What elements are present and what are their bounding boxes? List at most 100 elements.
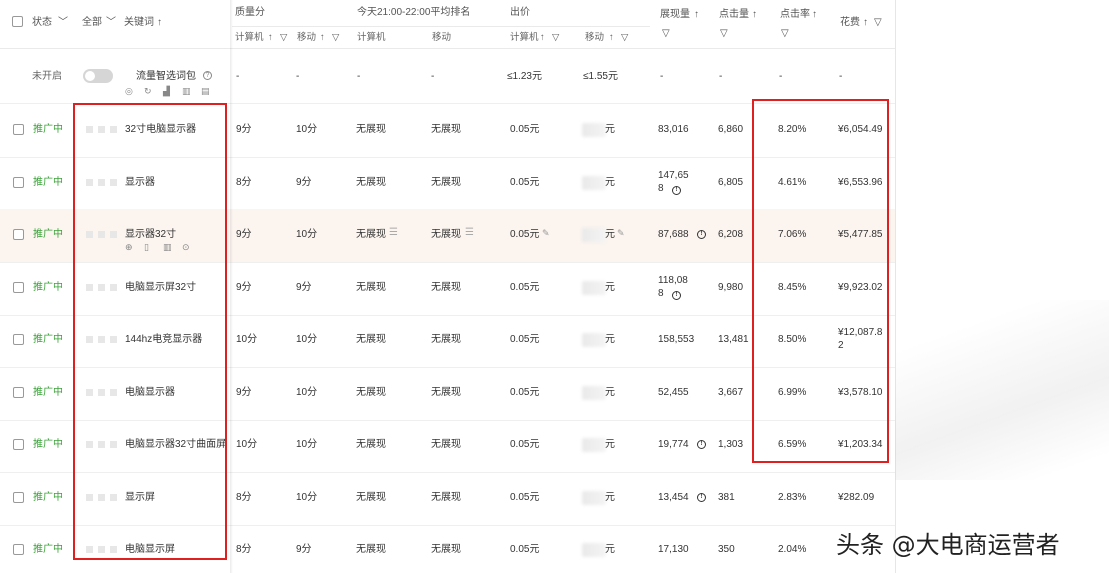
- row-status[interactable]: 推广中: [33, 281, 63, 295]
- info-icon[interactable]: !: [697, 230, 706, 239]
- package-toggle[interactable]: [83, 69, 113, 83]
- row-status[interactable]: 推广中: [33, 543, 63, 557]
- row-bid-mobile[interactable]: 元: [605, 386, 615, 400]
- table-header-sub: 计算机 ↑ ▽ 移动 ↑ ▽ 计算机 移动 计算机 ↑ ▽ 移动 ↑ ▽: [0, 26, 895, 49]
- row-rank-mobile: 无展现: [431, 124, 461, 135]
- sort-icon[interactable]: ↑: [694, 8, 699, 22]
- row-quality-pc: 9分: [236, 124, 252, 135]
- row-checkbox[interactable]: [13, 387, 24, 398]
- row-bid-pc[interactable]: 0.05元: [510, 281, 539, 295]
- row-bid-pc[interactable]: 0.05元: [510, 438, 539, 452]
- filter-icon[interactable]: ▽: [552, 31, 559, 45]
- table-header-group: 状态 ﹀ 全部 ﹀ 关键词 ↑ 质量分 今天21:00-22:00平均排名 出价…: [0, 0, 895, 39]
- row-bid-mobile[interactable]: 元: [605, 333, 615, 347]
- row-checkbox[interactable]: [13, 229, 24, 240]
- row-clicks: 6,208: [718, 229, 744, 240]
- help-icon[interactable]: ?: [203, 71, 212, 80]
- row-status[interactable]: 推广中: [33, 228, 63, 242]
- package-status: 未开启: [32, 71, 62, 82]
- row-status[interactable]: 推广中: [33, 491, 63, 505]
- row-status[interactable]: 推广中: [33, 333, 63, 347]
- row-bid-pc[interactable]: 0.05元: [510, 228, 539, 242]
- header-impressions[interactable]: 展现量: [660, 8, 690, 22]
- row-checkbox[interactable]: [13, 439, 24, 450]
- row-bid-pc[interactable]: 0.05元: [510, 333, 539, 347]
- row-bid-mobile[interactable]: 元: [605, 543, 615, 557]
- chart-icon[interactable]: ▟: [163, 86, 170, 96]
- row-rank-pc: 无展现: [356, 177, 386, 188]
- package-bid-pc[interactable]: ≤1.23元: [507, 70, 542, 84]
- row-bid-pc[interactable]: 0.05元: [510, 176, 539, 190]
- row-bid-mobile[interactable]: 元: [605, 281, 615, 295]
- masked-text: [582, 123, 606, 137]
- row-bid-mobile[interactable]: 元: [605, 438, 615, 452]
- row-clicks: 6,805: [718, 177, 744, 188]
- masked-text: [582, 491, 606, 505]
- target-icon[interactable]: ◎: [125, 86, 133, 96]
- row-ctr: 2.83%: [778, 492, 807, 503]
- package-quality-mobile: -: [296, 71, 300, 82]
- row-bid-mobile[interactable]: 元: [605, 176, 615, 190]
- row-bid-pc[interactable]: 0.05元: [510, 386, 539, 400]
- header-clicks[interactable]: 点击量: [719, 8, 749, 22]
- sort-icon[interactable]: ↑: [812, 8, 817, 22]
- filter-icon[interactable]: ▽: [332, 31, 339, 45]
- header-bid: 出价: [510, 7, 530, 18]
- row-checkbox[interactable]: [13, 177, 24, 188]
- sort-icon[interactable]: ↑: [268, 31, 273, 45]
- row-clicks: 1,303: [718, 439, 744, 450]
- header-bid-pc[interactable]: 计算机: [510, 31, 539, 45]
- info-icon[interactable]: !: [672, 291, 681, 300]
- header-quality-mobile[interactable]: 移动: [297, 31, 316, 45]
- rank-detail-icon[interactable]: ☰: [389, 227, 398, 238]
- row-quality-mobile: 10分: [296, 387, 318, 398]
- row-rank-mobile: 无展现: [431, 544, 461, 555]
- row-bid-mobile[interactable]: 元: [605, 228, 615, 242]
- info-icon[interactable]: !: [697, 440, 706, 449]
- row-ctr: 2.04%: [778, 544, 807, 555]
- row-quality-pc: 8分: [236, 177, 252, 188]
- row-quality-mobile: 10分: [296, 229, 318, 240]
- refresh-icon[interactable]: ↻: [144, 86, 152, 96]
- info-icon[interactable]: !: [697, 493, 706, 502]
- edit-icon[interactable]: ✎: [542, 228, 550, 239]
- row-checkbox[interactable]: [13, 124, 24, 135]
- sort-icon[interactable]: ↑: [752, 8, 757, 22]
- header-bid-mobile[interactable]: 移动: [585, 31, 604, 45]
- sort-icon[interactable]: ↑: [609, 31, 614, 45]
- package-impressions: -: [660, 71, 664, 82]
- row-rank-pc: 无展现: [356, 282, 386, 293]
- sort-icon[interactable]: ↑: [320, 31, 325, 45]
- filter-icon[interactable]: ▽: [280, 31, 287, 45]
- bar-chart-icon[interactable]: ▥: [182, 86, 191, 96]
- sort-icon[interactable]: ↑: [540, 31, 545, 45]
- edit-icon[interactable]: ✎: [617, 228, 625, 239]
- header-ctr[interactable]: 点击率: [780, 8, 810, 22]
- row-bid-pc[interactable]: 0.05元: [510, 123, 539, 137]
- row-status[interactable]: 推广中: [33, 438, 63, 452]
- header-rank-mobile: 移动: [432, 32, 452, 43]
- masked-text: [582, 176, 606, 190]
- rank-detail-icon[interactable]: ☰: [465, 227, 474, 238]
- row-bid-mobile[interactable]: 元: [605, 491, 615, 505]
- row-status[interactable]: 推广中: [33, 123, 63, 137]
- row-checkbox[interactable]: [13, 492, 24, 503]
- keyword-table: 状态 ﹀ 全部 ﹀ 关键词 ↑ 质量分 今天21:00-22:00平均排名 出价…: [0, 0, 896, 573]
- row-bid-pc[interactable]: 0.05元: [510, 491, 539, 505]
- row-status[interactable]: 推广中: [33, 176, 63, 190]
- header-rank-pc: 计算机: [357, 32, 386, 43]
- clipboard-icon[interactable]: ▤: [201, 86, 210, 96]
- filter-icon[interactable]: ▽: [621, 31, 628, 45]
- package-name: 流量智选词包: [136, 71, 196, 82]
- row-checkbox[interactable]: [13, 282, 24, 293]
- header-quality-pc[interactable]: 计算机: [235, 31, 264, 45]
- metrics-highlight-box: [752, 99, 889, 463]
- info-icon[interactable]: !: [672, 186, 681, 195]
- row-checkbox[interactable]: [13, 334, 24, 345]
- row-bid-pc[interactable]: 0.05元: [510, 543, 539, 557]
- package-quality-pc: -: [236, 71, 240, 82]
- row-checkbox[interactable]: [13, 544, 24, 555]
- row-status[interactable]: 推广中: [33, 386, 63, 400]
- package-bid-mobile[interactable]: ≤1.55元: [583, 70, 618, 84]
- row-bid-mobile[interactable]: 元: [605, 123, 615, 137]
